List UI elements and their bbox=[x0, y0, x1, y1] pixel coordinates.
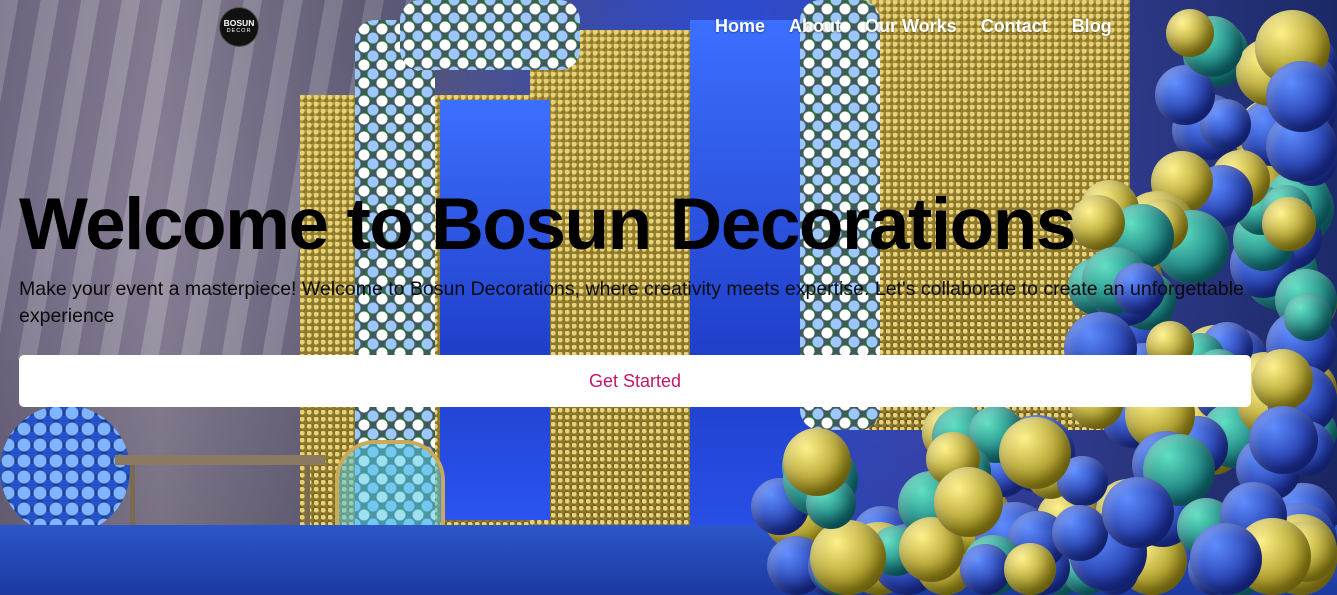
flower-bouquet bbox=[0, 405, 130, 535]
logo-text-bottom: DECOR bbox=[226, 28, 252, 34]
hero-description: Make your event a masterpiece! Welcome t… bbox=[19, 278, 1244, 327]
balloon bbox=[1051, 505, 1108, 562]
brand-logo[interactable]: BOSUN DECOR bbox=[219, 7, 259, 47]
hero-title: Welcome to Bosun Decorations bbox=[19, 184, 1076, 265]
nav-link-our-works[interactable]: Our Works bbox=[865, 16, 957, 37]
balloon bbox=[1261, 197, 1316, 252]
top-navbar: BOSUN DECOR Home About Our Works Contact… bbox=[0, 0, 1337, 55]
nav-link-home[interactable]: Home bbox=[715, 16, 765, 37]
balloon bbox=[1252, 348, 1313, 410]
balloon bbox=[1189, 523, 1262, 595]
balloon bbox=[933, 467, 1004, 537]
balloon bbox=[1249, 405, 1318, 475]
balloon bbox=[1102, 476, 1174, 549]
main-menu: Home About Our Works Contact Blog bbox=[715, 16, 1112, 37]
nav-link-about[interactable]: About bbox=[789, 16, 841, 37]
balloon bbox=[1266, 61, 1337, 133]
nav-link-contact[interactable]: Contact bbox=[981, 16, 1048, 37]
get-started-button[interactable]: Get Started bbox=[19, 355, 1251, 407]
nav-link-blog[interactable]: Blog bbox=[1072, 16, 1112, 37]
balloon bbox=[783, 428, 852, 497]
hero-section: Welcome to Bosun Decorations Make your e… bbox=[19, 183, 1251, 407]
balloon bbox=[1004, 543, 1057, 595]
logo-text-top: BOSUN bbox=[223, 18, 255, 28]
balloon bbox=[810, 519, 886, 595]
